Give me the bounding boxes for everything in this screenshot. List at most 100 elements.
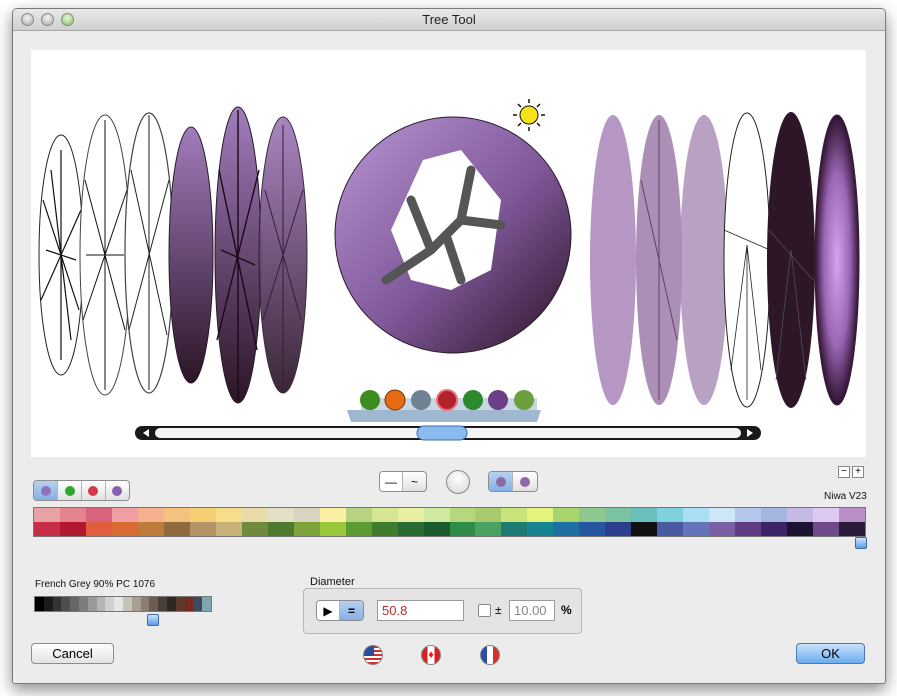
palette-swatch[interactable] (241, 508, 268, 522)
palette-swatch[interactable] (111, 522, 138, 536)
palette-swatch[interactable] (59, 508, 86, 522)
palette-swatch[interactable] (631, 522, 658, 536)
grey-swatch[interactable] (140, 597, 150, 611)
palette-swatch[interactable] (137, 508, 164, 522)
palette-swatch[interactable] (319, 508, 346, 522)
variance-checkbox[interactable] (478, 604, 491, 617)
shaded-option[interactable] (489, 472, 514, 491)
palette-swatch[interactable] (761, 508, 788, 522)
palette-swatch[interactable] (449, 522, 476, 536)
palette-swatch[interactable] (501, 522, 528, 536)
palette-swatch[interactable] (397, 522, 424, 536)
palette-swatch[interactable] (605, 522, 632, 536)
palette-swatch[interactable] (683, 522, 710, 536)
zoom-in-button[interactable]: + (852, 466, 864, 478)
close-window-button[interactable] (21, 13, 34, 26)
zoom-out-button[interactable]: − (838, 466, 850, 478)
palette-swatch[interactable] (579, 508, 606, 522)
shading-selector[interactable] (488, 471, 538, 492)
palette-swatch[interactable] (85, 522, 112, 536)
palette-swatch[interactable] (839, 522, 865, 536)
zoom-window-button[interactable] (61, 13, 74, 26)
grey-swatch[interactable] (122, 597, 132, 611)
palette-swatch[interactable] (553, 508, 580, 522)
palette-swatch[interactable] (397, 508, 424, 522)
palette-swatch[interactable] (215, 508, 242, 522)
palette-swatch[interactable] (423, 522, 450, 536)
palette-swatch[interactable] (501, 508, 528, 522)
grey-swatch[interactable] (78, 597, 88, 611)
color-mode-selector[interactable] (33, 480, 130, 501)
equals-mode-option[interactable]: = (340, 601, 363, 620)
palette-swatch[interactable] (527, 522, 554, 536)
grey-swatch[interactable] (87, 597, 97, 611)
us-flag-icon[interactable] (363, 645, 383, 665)
wavy-outline-option[interactable]: ~ (403, 472, 426, 491)
rotation-knob[interactable] (446, 470, 470, 494)
palette-swatch[interactable] (787, 508, 814, 522)
palette-swatch[interactable] (761, 522, 788, 536)
palette-swatch[interactable] (605, 508, 632, 522)
grey-swatch[interactable] (114, 597, 123, 611)
palette-swatch[interactable] (709, 522, 736, 536)
grey-swatch[interactable] (166, 597, 176, 611)
palette-swatch[interactable] (293, 522, 320, 536)
grey-palette-slider-thumb[interactable] (147, 614, 159, 626)
grey-swatch[interactable] (131, 597, 141, 611)
palette-swatch[interactable] (657, 508, 684, 522)
palette-swatch[interactable] (345, 508, 372, 522)
palette-swatch[interactable] (267, 522, 294, 536)
purple-dot-option[interactable] (34, 481, 59, 500)
palette-swatch[interactable] (475, 522, 502, 536)
grey-swatch[interactable] (52, 597, 62, 611)
minimize-window-button[interactable] (41, 13, 54, 26)
palette-swatch[interactable] (683, 508, 710, 522)
palette-swatch[interactable] (475, 508, 502, 522)
palette-swatch[interactable] (345, 522, 372, 536)
grey-swatch[interactable] (175, 597, 185, 611)
palette-swatch[interactable] (735, 522, 762, 536)
palette-swatch[interactable] (553, 522, 580, 536)
canada-flag-icon[interactable]: ♦ (421, 645, 441, 665)
variance-input[interactable]: 10.00 (509, 600, 555, 621)
grey-swatch[interactable] (70, 597, 79, 611)
palette-swatch[interactable] (34, 522, 60, 536)
grey-swatch[interactable] (43, 597, 53, 611)
palette-swatch[interactable] (163, 522, 190, 536)
palette-swatch[interactable] (59, 522, 86, 536)
grey-swatch[interactable] (158, 597, 167, 611)
palette-swatch[interactable] (787, 522, 814, 536)
palette-swatch[interactable] (657, 522, 684, 536)
palette-swatch[interactable] (85, 508, 112, 522)
pointer-mode-option[interactable]: ▶ (317, 601, 341, 620)
violet-dot-option[interactable] (106, 481, 129, 500)
grey-swatch[interactable] (193, 597, 203, 611)
grey-swatch[interactable] (105, 597, 115, 611)
palette-swatch[interactable] (579, 522, 606, 536)
green-dot-option[interactable] (58, 481, 82, 500)
ok-button[interactable]: OK (796, 643, 865, 664)
france-flag-icon[interactable] (480, 645, 500, 665)
palette-swatch[interactable] (423, 508, 450, 522)
palette-swatch[interactable] (735, 508, 762, 522)
palette-swatch[interactable] (449, 508, 476, 522)
tree-preview-canvas[interactable] (31, 50, 866, 457)
grey-palette-strip[interactable] (34, 596, 212, 612)
palette-swatch[interactable] (111, 508, 138, 522)
grey-swatch[interactable] (202, 597, 211, 611)
palette-swatch[interactable] (371, 508, 398, 522)
grey-swatch[interactable] (96, 597, 106, 611)
straight-outline-option[interactable]: — (380, 472, 404, 491)
red-dot-option[interactable] (82, 481, 106, 500)
palette-swatch[interactable] (813, 508, 840, 522)
palette-swatch[interactable] (813, 522, 840, 536)
palette-swatch[interactable] (189, 508, 216, 522)
palette-swatch[interactable] (709, 508, 736, 522)
palette-swatch[interactable] (34, 508, 60, 522)
outline-style-selector[interactable]: — ~ (379, 471, 427, 492)
palette-swatch[interactable] (241, 522, 268, 536)
palette-swatch[interactable] (371, 522, 398, 536)
palette-swatch[interactable] (839, 508, 865, 522)
palette-slider-thumb[interactable] (855, 537, 867, 549)
cancel-button[interactable]: Cancel (31, 643, 114, 664)
